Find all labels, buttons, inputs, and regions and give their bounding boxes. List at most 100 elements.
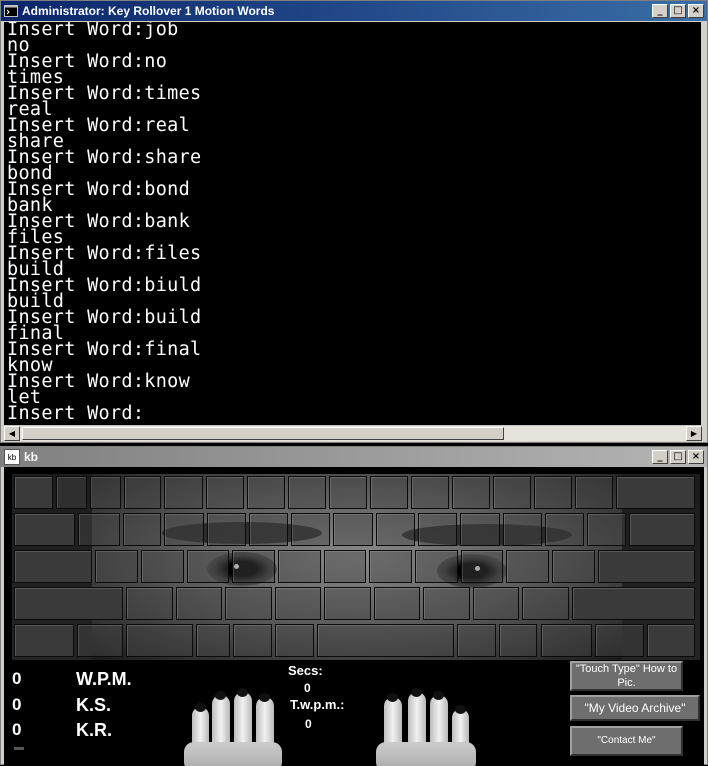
keyboard-key[interactable] [126, 587, 173, 620]
keyboard-key[interactable] [615, 476, 695, 509]
keyboard-key[interactable] [232, 624, 272, 657]
keyboard-key[interactable] [540, 624, 592, 657]
secs-value: 0 [304, 681, 311, 695]
keyboard-key[interactable] [274, 587, 322, 620]
keyboard-key[interactable] [646, 624, 695, 657]
keyboard-key[interactable] [316, 624, 454, 657]
keyboard-key[interactable] [551, 550, 595, 583]
close-button[interactable]: × [688, 450, 704, 464]
keyboard-key[interactable] [246, 476, 285, 509]
keyboard-key[interactable] [55, 476, 87, 509]
keyboard-key[interactable] [287, 476, 326, 509]
keyboard-key[interactable] [544, 513, 585, 546]
keyboard-key[interactable] [164, 476, 203, 509]
scroll-right-icon[interactable]: ▶ [686, 426, 702, 441]
keyboard-key[interactable] [323, 550, 367, 583]
wpm-label: W.P.M. [76, 669, 132, 689]
keyboard-key[interactable] [373, 587, 421, 620]
console-window: Administrator: Key Rollover 1 Motion Wor… [0, 0, 708, 443]
left-hand [184, 677, 284, 766]
keyboard-key[interactable] [460, 550, 504, 583]
keyboard-key[interactable] [418, 513, 458, 546]
keyboard-key[interactable] [571, 587, 695, 620]
kr-label: K.R. [76, 720, 112, 740]
keyboard-key[interactable] [472, 587, 520, 620]
ks-label: K.S. [76, 695, 112, 715]
kb-title: kb [24, 450, 39, 464]
keyboard-key[interactable] [125, 624, 193, 657]
keyboard-key[interactable] [186, 550, 230, 583]
keyboard-key[interactable] [140, 550, 184, 583]
scrollbar-thumb[interactable] [22, 427, 504, 440]
keyboard-key[interactable] [77, 624, 123, 657]
keyboard-key[interactable] [369, 476, 408, 509]
twpm-label: T.w.p.m.: [290, 697, 345, 712]
keyboard-key[interactable] [89, 476, 122, 509]
keyboard-key[interactable] [498, 624, 538, 657]
keyboard-key[interactable] [460, 513, 500, 546]
keyboard-key[interactable] [274, 624, 314, 657]
vertical-scrollbar[interactable] [701, 22, 705, 425]
kr-value: 0 [12, 720, 22, 739]
keyboard-key[interactable] [122, 513, 162, 546]
keyboard-key[interactable] [248, 513, 289, 546]
kb-titlebar[interactable]: kb kb _ □ × [1, 447, 707, 467]
keyboard-key[interactable] [587, 513, 627, 546]
maximize-button[interactable]: □ [670, 450, 686, 464]
maximize-button[interactable]: □ [670, 4, 686, 18]
keyboard-key[interactable] [456, 624, 496, 657]
keyboard [12, 474, 700, 660]
keyboard-key[interactable] [232, 550, 275, 583]
keyboard-key[interactable] [77, 513, 120, 546]
keyboard-key[interactable] [629, 513, 695, 546]
keyboard-key[interactable] [205, 476, 244, 509]
keyboard-key[interactable] [451, 476, 490, 509]
secs-label: Secs: [288, 663, 323, 678]
keyboard-key[interactable] [164, 513, 204, 546]
minimize-button[interactable]: _ [652, 4, 668, 18]
contact-button[interactable]: "Contact Me" [570, 726, 683, 756]
keyboard-key[interactable] [333, 513, 373, 546]
keyboard-key[interactable] [597, 550, 695, 583]
keyboard-key[interactable] [375, 513, 415, 546]
progress-dash [14, 747, 24, 750]
keyboard-key[interactable] [206, 513, 246, 546]
keyboard-key[interactable] [175, 587, 223, 620]
kb-app-icon: kb [4, 449, 20, 465]
keyboard-key[interactable] [124, 476, 162, 509]
keyboard-key[interactable] [14, 587, 124, 620]
keyboard-key[interactable] [369, 550, 412, 583]
keyboard-key[interactable] [14, 624, 75, 657]
keyboard-key[interactable] [324, 587, 371, 620]
close-button[interactable]: × [688, 4, 704, 18]
keyboard-key[interactable] [291, 513, 331, 546]
keyboard-key[interactable] [502, 513, 542, 546]
keyboard-key[interactable] [195, 624, 230, 657]
keyboard-key[interactable] [414, 550, 458, 583]
kb-window: kb kb _ □ × 0 W.P.M. 0 K.S. 0 K.R. Secs:… [0, 446, 708, 766]
keyboard-key[interactable] [574, 476, 613, 509]
keyboard-key[interactable] [492, 476, 531, 509]
keyboard-key[interactable] [14, 513, 75, 546]
right-hand [372, 677, 482, 766]
video-archive-button[interactable]: "My Video Archive" [570, 695, 700, 721]
minimize-button[interactable]: _ [652, 450, 668, 464]
keyboard-key[interactable] [506, 550, 549, 583]
touch-type-button[interactable]: "Touch Type" How to Pic. [570, 661, 683, 691]
horizontal-scrollbar[interactable]: ◀ ▶ [4, 425, 702, 441]
keyboard-key[interactable] [14, 476, 53, 509]
keyboard-key[interactable] [410, 476, 449, 509]
keyboard-key[interactable] [225, 587, 272, 620]
console-titlebar[interactable]: Administrator: Key Rollover 1 Motion Wor… [1, 1, 707, 21]
twpm-value: 0 [305, 717, 312, 731]
scroll-left-icon[interactable]: ◀ [4, 426, 20, 441]
console-output[interactable]: Insert Word:job no Insert Word:no times … [4, 22, 702, 425]
keyboard-key[interactable] [328, 476, 367, 509]
keyboard-key[interactable] [522, 587, 569, 620]
keyboard-key[interactable] [277, 550, 321, 583]
keyboard-key[interactable] [533, 476, 572, 509]
keyboard-key[interactable] [95, 550, 138, 583]
keyboard-key[interactable] [14, 550, 93, 583]
keyboard-key[interactable] [594, 624, 644, 657]
keyboard-key[interactable] [423, 587, 470, 620]
